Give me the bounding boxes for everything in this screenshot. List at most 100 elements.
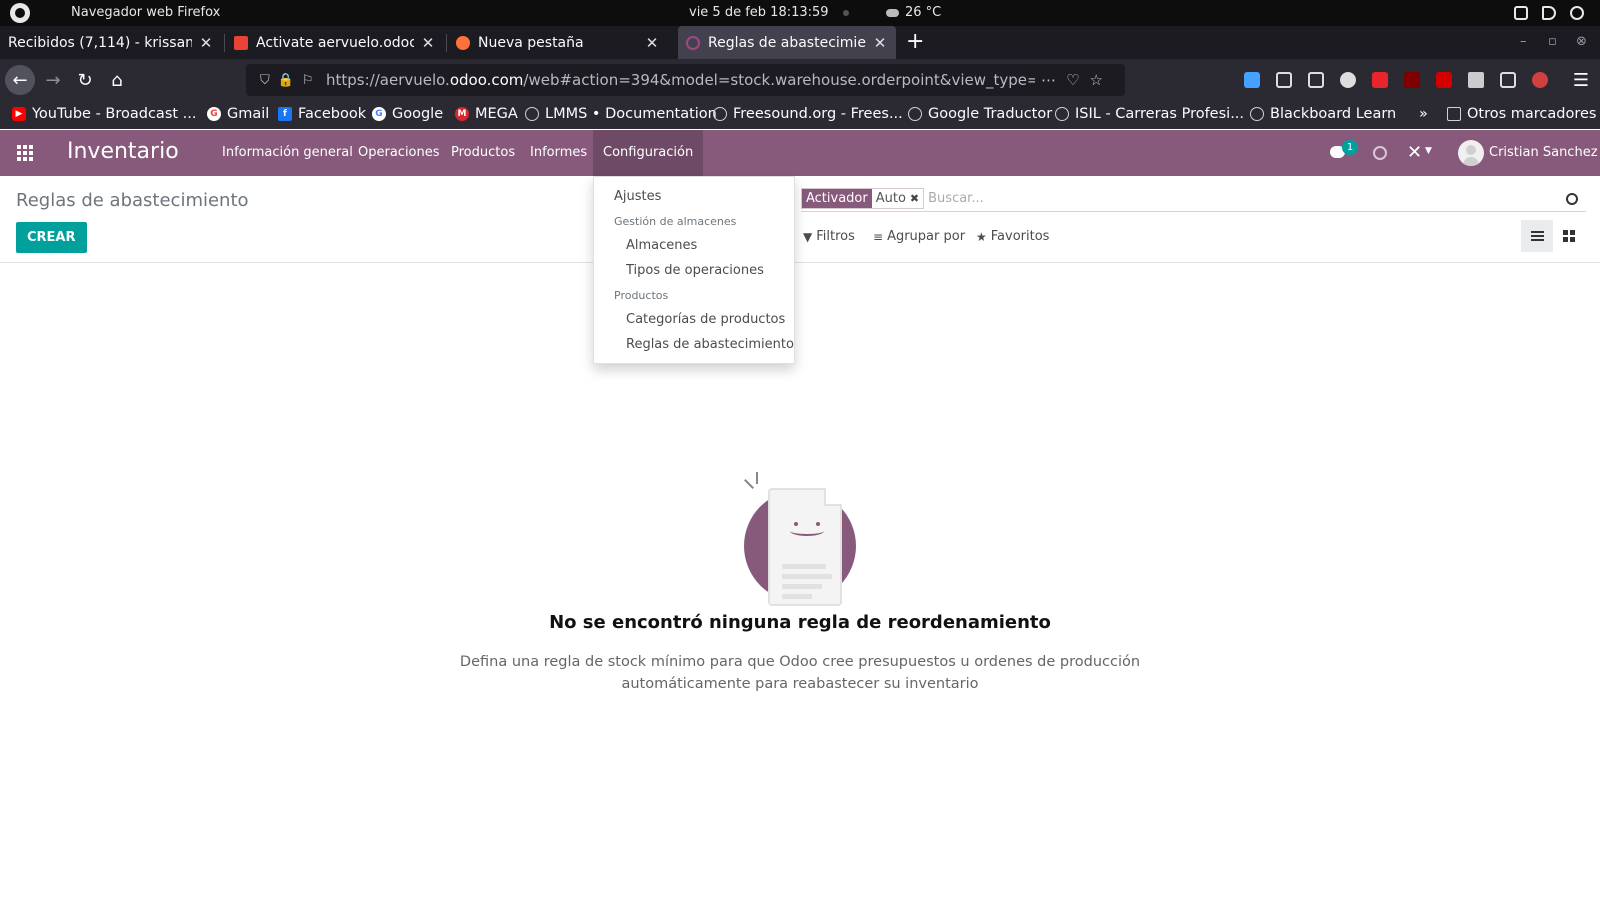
sidebar-icon[interactable]	[1308, 72, 1324, 88]
app-title[interactable]: Inventario	[67, 139, 179, 164]
bookmark-lmms[interactable]: LMMS • Documentation	[525, 106, 717, 122]
menu-item-settings[interactable]: Ajustes	[614, 189, 661, 204]
kanban-view-icon	[1563, 230, 1575, 242]
tab-new-tab[interactable]: Nueva pestaña ✕	[448, 26, 668, 59]
section-warehouse-management: Gestión de almacenes	[614, 215, 737, 228]
tab-activate[interactable]: Activate aervuelo.odoo.com ✕	[226, 26, 444, 59]
close-tab-icon[interactable]: ✕	[198, 34, 214, 52]
power-icon[interactable]	[1570, 6, 1584, 20]
forward-button[interactable]: →	[38, 65, 68, 95]
bookmark-blackboard[interactable]: Blackboard Learn	[1250, 106, 1396, 122]
menu-reports[interactable]: Informes	[520, 130, 597, 176]
close-tab-icon[interactable]: ✕	[420, 34, 436, 52]
bookmark-facebook[interactable]: f Facebook	[278, 106, 366, 122]
extension-glasses-icon[interactable]	[1532, 72, 1548, 88]
search-input[interactable]: Buscar...	[928, 191, 1566, 206]
menu-item-warehouses[interactable]: Almacenes	[626, 238, 697, 253]
minimize-icon[interactable]: –	[1520, 34, 1527, 49]
extension-dark-icon[interactable]	[1468, 72, 1484, 88]
page-actions[interactable]: ⋯♡☆	[1035, 71, 1125, 89]
home-button[interactable]: ⌂	[102, 65, 132, 95]
url-domain: odoo.com	[449, 71, 524, 89]
caret-down-icon[interactable]: ▼	[1425, 146, 1432, 156]
close-tab-icon[interactable]: ✕	[872, 34, 888, 52]
activities-icon[interactable]	[10, 3, 30, 23]
menu-general-info[interactable]: Información general	[212, 130, 363, 176]
globe-icon	[1250, 107, 1264, 121]
volume-icon[interactable]	[1542, 6, 1556, 20]
extension-edit-icon[interactable]	[1500, 72, 1516, 88]
browser-tab-bar: Recibidos (7,114) - krissanz1 ✕ Activate…	[0, 26, 1600, 59]
close-window-icon[interactable]: ⊗	[1576, 34, 1587, 49]
bookmark-google[interactable]: G Google	[372, 106, 443, 122]
user-name[interactable]: Cristian Sanchez	[1489, 145, 1598, 160]
apps-menu-icon[interactable]	[17, 145, 33, 161]
reload-button[interactable]: ↻	[70, 65, 100, 95]
group-by-label: Agrupar por	[887, 229, 966, 244]
bookmark-google-translate[interactable]: Google Traductor	[908, 106, 1052, 122]
bookmark-youtube[interactable]: ▶ YouTube - Broadcast ...	[12, 106, 197, 122]
new-tab-button[interactable]: +	[906, 29, 924, 54]
close-tab-icon[interactable]: ✕	[644, 34, 660, 52]
bookmark-freesound[interactable]: Freesound.org - Frees...	[713, 106, 903, 122]
tab-title: Activate aervuelo.odoo.com	[256, 34, 414, 51]
menu-products[interactable]: Productos	[441, 130, 525, 176]
network-icon[interactable]	[1514, 6, 1528, 20]
bookmark-isil[interactable]: ISIL - Carreras Profesi...	[1055, 106, 1244, 122]
create-button[interactable]: CREAR	[16, 222, 87, 253]
bookmark-label: YouTube - Broadcast ...	[32, 106, 197, 122]
other-bookmarks[interactable]: Otros marcadores	[1447, 106, 1596, 122]
active-app-name[interactable]: Navegador web Firefox	[71, 5, 220, 20]
facet-value: Auto	[875, 191, 906, 206]
library-icon[interactable]	[1276, 72, 1292, 88]
url-bar[interactable]: ⛉🔒⚐ https://aervuelo.odoo.com/web#action…	[246, 64, 1125, 96]
url-path: /web#action=394&model=stock.warehouse.or…	[523, 71, 1035, 89]
restore-icon[interactable]: ▫	[1548, 34, 1557, 49]
menu-icon[interactable]: ☰	[1566, 65, 1596, 95]
menu-item-reorder-rules[interactable]: Reglas de abastecimiento	[626, 337, 794, 352]
debug-tools-icon[interactable]: ✕	[1407, 142, 1422, 163]
weather-temperature[interactable]: 26 °C	[905, 5, 941, 20]
odoo-navbar: Inventario Información general Operacion…	[0, 130, 1600, 176]
menu-operations[interactable]: Operaciones	[348, 130, 450, 176]
system-clock[interactable]: vie 5 de feb 18:13:59	[689, 5, 829, 20]
tab-reorder-rules[interactable]: Reglas de abastecimiento ✕	[678, 26, 896, 59]
list-view-button[interactable]	[1521, 220, 1553, 252]
bookmarks-overflow-icon[interactable]: »	[1419, 106, 1428, 122]
back-button[interactable]: ←	[5, 65, 35, 95]
menu-configuration[interactable]: Configuración	[593, 130, 704, 176]
group-by-button[interactable]: ≡ Agrupar por	[873, 229, 965, 244]
activity-clock-icon[interactable]	[1373, 146, 1387, 160]
bookmark-label: ISIL - Carreras Profesi...	[1075, 106, 1245, 122]
favorites-button[interactable]: ★ Favoritos	[976, 229, 1049, 244]
facebook-icon: f	[278, 107, 292, 121]
bookmark-gmail[interactable]: G Gmail	[207, 106, 269, 122]
tab-title: Nueva pestaña	[478, 34, 584, 51]
extension-lock-icon[interactable]	[1372, 72, 1388, 88]
bookmark-mega[interactable]: M MEGA	[455, 106, 518, 122]
search-icon[interactable]	[1566, 192, 1578, 205]
tab-inbox[interactable]: Recibidos (7,114) - krissanz1 ✕	[0, 26, 222, 59]
remove-facet-icon[interactable]: ✖	[910, 189, 923, 208]
ublock-icon[interactable]	[1404, 72, 1420, 88]
account-icon[interactable]	[1340, 72, 1356, 88]
menu-item-operation-types[interactable]: Tipos de operaciones	[626, 263, 764, 278]
empty-state-title: No se encontró ninguna regla de reordena…	[549, 612, 1051, 633]
configuration-dropdown: Ajustes Gestión de almacenes Almacenes T…	[593, 176, 795, 364]
avatar[interactable]	[1458, 140, 1484, 166]
tracking-protection-icon[interactable]: ⛉🔒⚐	[246, 73, 326, 88]
menu-item-product-categories[interactable]: Categorías de productos	[626, 312, 785, 327]
url-text[interactable]: https://aervuelo.odoo.com/web#action=394…	[326, 71, 1035, 89]
extension-red-icon[interactable]	[1436, 72, 1452, 88]
kanban-view-button[interactable]	[1553, 220, 1585, 252]
favorites-label: Favoritos	[990, 229, 1050, 244]
mega-icon: M	[455, 107, 469, 121]
downloads-icon[interactable]	[1244, 72, 1260, 88]
bookmarks-bar: ▶ YouTube - Broadcast ... G Gmail f Faceboo…	[0, 101, 1600, 129]
firefox-favicon-icon	[456, 35, 470, 50]
filters-button[interactable]: ▼ Filtros	[803, 229, 855, 244]
search-facet[interactable]: Activador Auto ✖	[801, 188, 925, 209]
search-bar[interactable]: Activador Auto ✖ Buscar...	[801, 186, 1586, 212]
chat-count-badge: 1	[1342, 140, 1358, 155]
bookmark-label: Google	[392, 106, 444, 122]
